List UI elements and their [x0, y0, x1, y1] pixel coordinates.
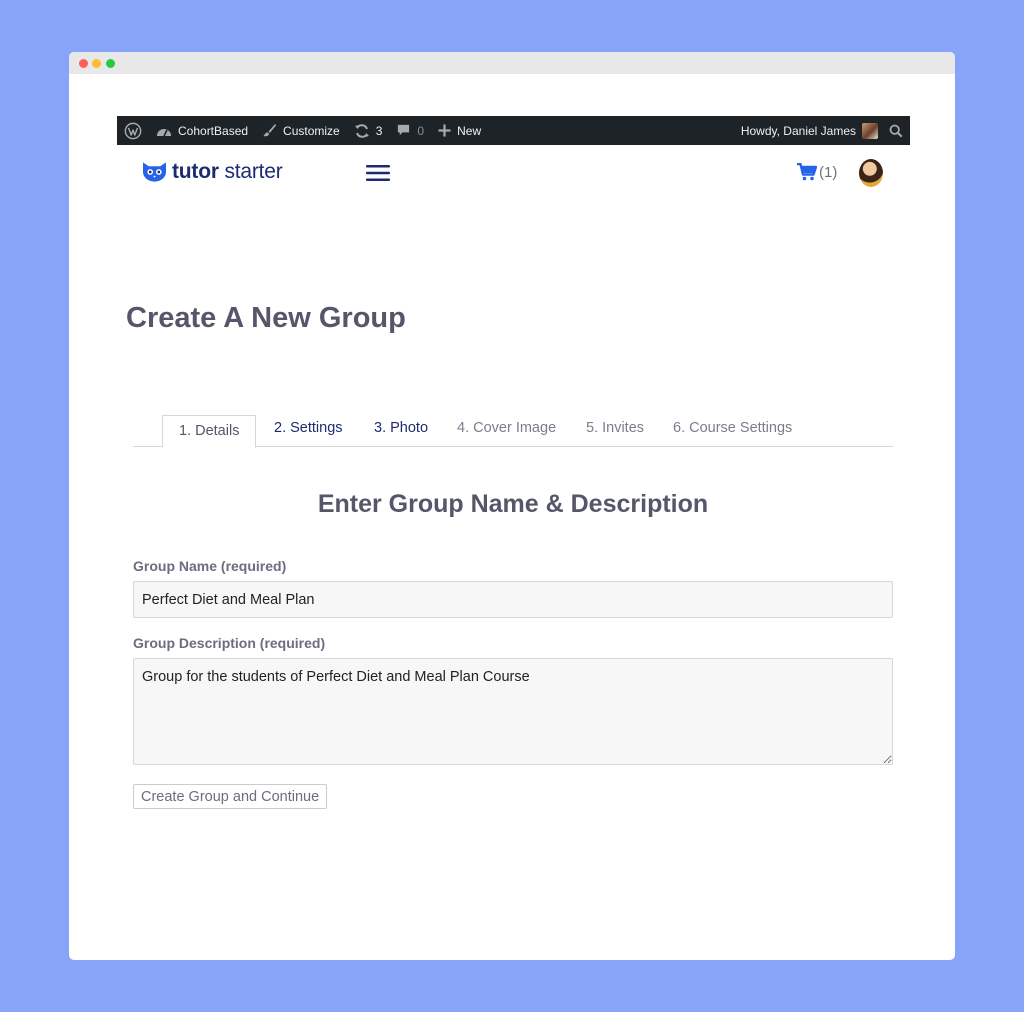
- tab-photo[interactable]: 3. Photo: [374, 420, 428, 436]
- comments-count: 0: [417, 123, 425, 138]
- create-group-button[interactable]: Create Group and Continue: [133, 784, 328, 809]
- tab-settings[interactable]: 2. Settings: [274, 420, 343, 436]
- close-window-button[interactable]: [79, 59, 88, 68]
- cart-link[interactable]: (1): [797, 163, 837, 181]
- updates-menu[interactable]: 3: [347, 116, 390, 145]
- site-name-label: CohortBased: [178, 123, 249, 138]
- user-avatar[interactable]: [859, 159, 883, 187]
- group-name-input[interactable]: [133, 581, 893, 618]
- adminbar-right: Howdy, Daniel James: [734, 116, 910, 145]
- wordpress-logo-icon: [124, 122, 142, 139]
- main-menu-toggle[interactable]: [366, 164, 390, 182]
- wp-admin-bar: CohortBased Customize 3 0 New Howdy, Dan…: [117, 116, 910, 145]
- new-label: New: [457, 123, 482, 138]
- browser-window: CohortBased Customize 3 0 New Howdy, Dan…: [69, 52, 955, 960]
- plus-icon: [438, 124, 451, 137]
- wp-logo-menu[interactable]: [117, 116, 149, 145]
- adminbar-avatar: [862, 122, 878, 139]
- site-name-menu[interactable]: CohortBased: [149, 116, 255, 145]
- search-icon: [889, 124, 903, 137]
- tab-cover-image[interactable]: 4. Cover Image: [457, 420, 556, 436]
- group-description-label: Group Description (required): [133, 635, 326, 651]
- customize-label: Customize: [283, 123, 340, 138]
- logo-text: tutor starter: [172, 160, 283, 183]
- site-logo[interactable]: tutor starter: [143, 160, 283, 184]
- my-account-menu[interactable]: Howdy, Daniel James: [734, 116, 882, 145]
- adminbar-search[interactable]: [882, 116, 910, 145]
- minimize-window-button[interactable]: [92, 59, 101, 68]
- section-title: Enter Group Name & Description: [317, 490, 709, 518]
- comments-menu[interactable]: 0: [389, 116, 431, 145]
- tab-details[interactable]: 1. Details: [162, 415, 257, 448]
- group-name-label: Group Name (required): [133, 558, 287, 574]
- new-content-menu[interactable]: New: [431, 116, 488, 145]
- dashboard-gauge-icon: [157, 128, 171, 136]
- customize-menu[interactable]: Customize: [255, 116, 347, 145]
- speech-bubble-icon: [398, 124, 410, 136]
- updates-count: 3: [375, 123, 383, 138]
- tab-invites[interactable]: 5. Invites: [586, 420, 644, 436]
- group-description-textarea[interactable]: Group for the students of Perfect Diet a…: [133, 658, 893, 765]
- group-creation-tabs: 1. Details 2. Settings 3. Photo 4. Cover…: [133, 415, 893, 448]
- tab-course-settings[interactable]: 6. Course Settings: [673, 420, 792, 436]
- window-titlebar: [69, 52, 955, 74]
- maximize-window-button[interactable]: [106, 59, 115, 68]
- owl-logo-icon: [143, 162, 166, 182]
- site-header: tutor starter (1): [117, 145, 910, 205]
- paintbrush-icon: [263, 123, 277, 137]
- shopping-cart-icon: [797, 163, 817, 181]
- page-title: Create A New Group: [126, 302, 406, 334]
- refresh-icon: [354, 123, 369, 138]
- hamburger-menu-icon: [366, 165, 390, 181]
- howdy-label: Howdy, Daniel James: [740, 123, 856, 138]
- cart-count: (1): [819, 163, 838, 181]
